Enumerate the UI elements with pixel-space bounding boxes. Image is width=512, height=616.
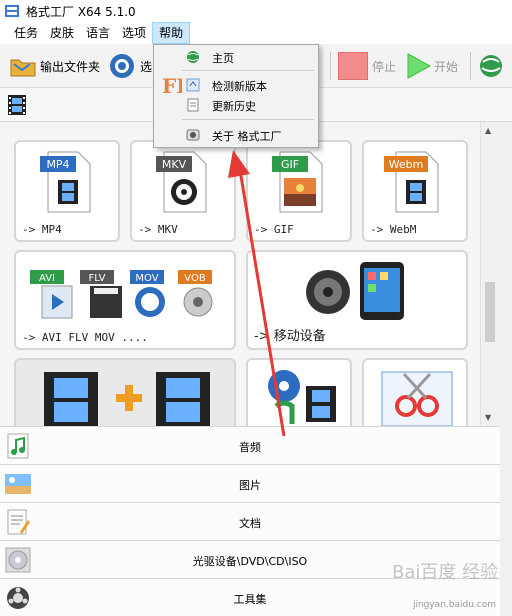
tile-avi-flv-mov[interactable]: AVI FLV MOV VOB -> AVI FLV MOV .... [14, 250, 236, 350]
vob-badge: VOB [184, 273, 206, 284]
menu-help[interactable]: 帮助 [152, 22, 191, 44]
help-menu-homepage-label: 主页 [212, 52, 234, 65]
scroll-down-arrow-icon[interactable]: ▼ [485, 413, 491, 422]
help-menu-history-label: 更新历史 [212, 100, 256, 113]
globe-icon [480, 55, 502, 77]
tile-webm-label: -> WebM [370, 223, 417, 236]
stop-label: 停止 [372, 59, 397, 74]
help-menu-history[interactable]: 更新历史 [154, 95, 318, 115]
info-icon [186, 129, 200, 141]
mp4-badge: MP4 [46, 158, 69, 171]
watermark-text: Bai百度 经验 [392, 562, 498, 583]
app-logo-icon [4, 3, 20, 19]
options-label: 选 [140, 59, 153, 74]
help-menu-check-update[interactable]: 检测新版本 [154, 75, 318, 95]
help-menu-check-update-label: 检测新版本 [212, 80, 267, 93]
tile-gif[interactable]: GIF -> GIF [246, 140, 352, 242]
mkv-file-icon: MKV [156, 151, 207, 213]
toolbar-separator [330, 52, 331, 80]
category-picture[interactable]: 图片 [0, 464, 500, 502]
tile-mobile-label: -> 移动设备 [254, 329, 326, 344]
mov-badge: MOV [135, 273, 158, 284]
output-folder-button[interactable]: 输出文件夹 [10, 52, 100, 80]
tile-gif-label: -> GIF [254, 223, 294, 236]
avi-badge: AVI [39, 273, 55, 284]
gif-file-icon: GIF [272, 151, 323, 213]
film-icon [8, 95, 26, 115]
media-mux-icon [268, 370, 336, 424]
app-window: 格式工厂 X64 5.1.0 任务 皮肤 语言 选项 帮助 输出文件夹 选 停止… [0, 0, 512, 616]
help-menu-homepage[interactable]: 主页 [154, 47, 318, 67]
mkv-badge: MKV [162, 158, 187, 171]
scroll-thumb[interactable] [485, 282, 495, 342]
flv-badge: FLV [88, 273, 105, 284]
tile-webm[interactable]: Webm -> WebM [362, 140, 468, 242]
category-audio-label: 音频 [239, 441, 261, 454]
menu-task[interactable]: 任务 [8, 22, 44, 44]
update-icon [186, 78, 200, 92]
start-button[interactable]: 开始 [404, 52, 458, 80]
toolbar-separator [470, 52, 471, 80]
baidu-paw-icon: Bai百度 经验 [392, 562, 498, 583]
menu-bar: 任务 皮肤 语言 选项 帮助 [0, 22, 512, 44]
menu-skin[interactable]: 皮肤 [44, 22, 80, 44]
category-document[interactable]: 文档 [0, 502, 500, 540]
tile-avi-flv-mov-label: -> AVI FLV MOV .... [22, 331, 148, 344]
homepage-button[interactable] [478, 52, 504, 80]
tile-mp4-label: -> MP4 [22, 223, 62, 236]
tile-video-joiner[interactable] [14, 358, 236, 426]
webm-file-icon: Webm [384, 151, 439, 213]
webm-badge: Webm [389, 158, 424, 171]
tile-mobile-device[interactable]: -> 移动设备 [246, 250, 468, 350]
menu-options[interactable]: 选项 [116, 22, 152, 44]
baidu-watermark: Bai百度 经验 [392, 556, 502, 596]
gear-icon [110, 54, 134, 78]
multi-format-icons: AVI FLV MOV VOB [30, 270, 213, 319]
menu-separator [182, 119, 314, 120]
category-audio[interactable]: 音频 [0, 426, 500, 464]
tile-media-mux[interactable] [246, 358, 352, 426]
help-menu-about[interactable]: 关于 格式工厂 [154, 125, 318, 145]
options-button[interactable]: 选 [108, 52, 152, 80]
menu-separator [182, 70, 314, 71]
folder-icon [10, 59, 36, 77]
tile-mkv[interactable]: MKV -> MKV [130, 140, 236, 242]
stop-icon [338, 52, 368, 80]
window-title: 格式工厂 X64 5.1.0 [26, 4, 136, 19]
start-label: 开始 [434, 59, 459, 74]
watermark-url: jingyan.baidu.com [412, 600, 496, 610]
mobile-device-icon [306, 262, 404, 320]
play-icon [407, 53, 432, 79]
menu-language[interactable]: 语言 [80, 22, 116, 44]
scissors-icon [381, 371, 453, 426]
category-picture-label: 图片 [239, 479, 261, 492]
category-document-label: 文档 [239, 517, 261, 530]
tile-mkv-label: -> MKV [138, 223, 178, 236]
mp4-file-icon: MP4 [40, 151, 91, 213]
title-bar: 格式工厂 X64 5.1.0 [0, 0, 512, 22]
tile-mp4[interactable]: MP4 -> MP4 [14, 140, 120, 242]
help-menu-about-label: 关于 格式工厂 [212, 130, 282, 143]
document-icon [187, 98, 199, 112]
tile-crop[interactable] [362, 358, 468, 426]
tiles-scrollbar[interactable]: ▲ ▼ [480, 122, 498, 426]
video-format-tiles: MP4 -> MP4 MKV -> MKV GIF -> GIF Webm ->… [0, 122, 480, 426]
output-folder-label: 输出文件夹 [40, 59, 101, 74]
gif-badge: GIF [281, 158, 299, 171]
video-join-icon [44, 372, 210, 426]
globe-icon [187, 51, 199, 63]
scroll-up-arrow-icon[interactable]: ▲ [485, 126, 491, 135]
help-dropdown-menu: FF 主页 检测新版本 更新历史 [153, 44, 319, 148]
stop-button[interactable]: 停止 [338, 52, 396, 80]
